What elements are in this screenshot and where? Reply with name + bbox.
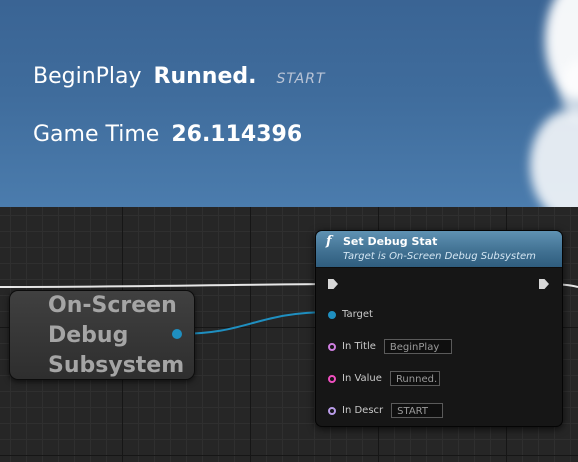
node-subtitle: Target is On-Screen Debug Subsystem <box>343 251 536 262</box>
pin-in-descr: In Descr START <box>328 403 444 418</box>
pin-in-title: In Title BeginPlay <box>328 339 452 354</box>
pin-target: Target <box>328 309 373 320</box>
node-title: Set Debug Stat <box>343 235 438 248</box>
debug-stat-row: Game Time 26.114396 <box>33 122 302 147</box>
exec-input-pin[interactable] <box>328 279 338 289</box>
game-viewport: BeginPlay Runned. START Game Time 26.114… <box>0 0 578 207</box>
cloud <box>530 110 578 207</box>
debug-stat-row: BeginPlay Runned. START <box>33 64 326 89</box>
exec-output-pin[interactable] <box>539 279 549 289</box>
pin-in-value: In Value Runned. <box>328 371 440 386</box>
target-pin-icon[interactable] <box>328 310 336 319</box>
pin-label: Target <box>342 309 373 320</box>
in-value-field[interactable]: Runned. <box>389 371 440 386</box>
set-debug-stat-node[interactable]: f Set Debug Stat Target is On-Screen Deb… <box>315 230 563 427</box>
in-title-pin-icon[interactable] <box>328 342 336 351</box>
pin-label: In Value <box>342 373 382 384</box>
in-title-field[interactable]: BeginPlay <box>383 339 452 354</box>
debug-stat-description: START <box>276 71 326 87</box>
target-wire <box>176 311 333 335</box>
in-descr-field[interactable]: START <box>391 403 444 418</box>
in-descr-pin-icon[interactable] <box>328 406 336 415</box>
debug-subsystem-getter-node[interactable]: On-Screen Debug Subsystem <box>9 290 195 380</box>
function-icon: f <box>326 234 332 249</box>
debug-stat-title: BeginPlay <box>33 64 142 89</box>
node-header: f Set Debug Stat Target is On-Screen Deb… <box>316 231 562 268</box>
debug-stat-title: Game Time <box>33 122 160 147</box>
pin-label: In Title <box>342 341 376 352</box>
debug-stat-value: 26.114396 <box>171 122 303 147</box>
getter-output-pin[interactable] <box>172 329 182 339</box>
in-value-pin-icon[interactable] <box>328 374 336 383</box>
exec-wire-in <box>0 283 329 288</box>
blueprint-graph[interactable]: On-Screen Debug Subsystem f Set Debug St… <box>0 207 578 462</box>
getter-node-label: On-Screen Debug Subsystem <box>48 293 185 378</box>
pin-label: In Descr <box>342 405 384 416</box>
debug-stat-value: Runned. <box>153 64 257 89</box>
